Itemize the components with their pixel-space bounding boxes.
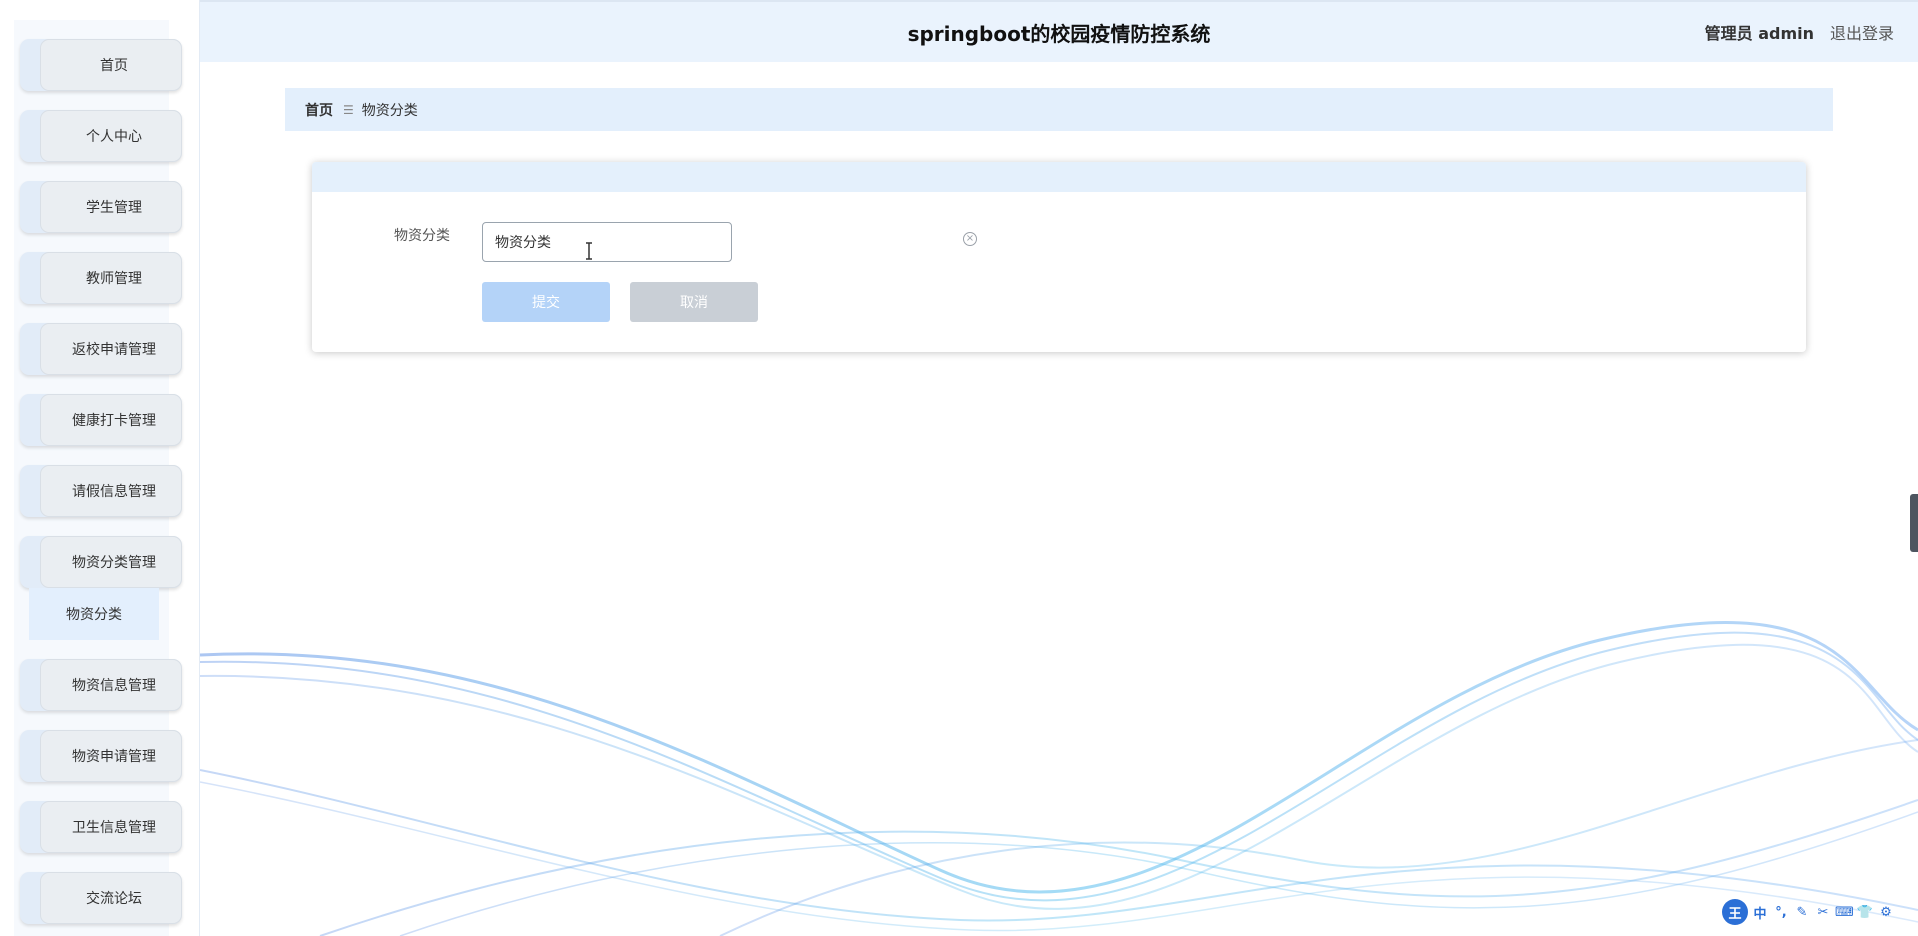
ime-chinese-mode-icon[interactable]: 中: [1751, 903, 1769, 922]
ime-skin-icon[interactable]: 👕: [1856, 905, 1874, 920]
breadcrumb-home[interactable]: 首页: [305, 100, 333, 120]
sidebar-item-supply-info[interactable]: 物资信息管理: [20, 659, 182, 711]
ime-settings-icon[interactable]: ⚙: [1877, 905, 1895, 920]
supply-category-input[interactable]: [482, 222, 732, 262]
sidebar-item-return-requests[interactable]: 返校申请管理: [20, 323, 182, 375]
submit-button[interactable]: 提交: [482, 282, 610, 322]
text-cursor-icon: [586, 242, 592, 260]
sidebar-item-label: 请假信息管理: [40, 465, 182, 517]
sidebar-item-teachers[interactable]: 教师管理: [20, 252, 182, 304]
sidebar-item-label: 物资申请管理: [40, 730, 182, 782]
ime-logo-icon[interactable]: 王: [1722, 899, 1748, 925]
form-card-header: [312, 162, 1806, 192]
sidebar-item-home[interactable]: 首页: [20, 39, 182, 91]
sidebar-item-health-checkin[interactable]: 健康打卡管理: [20, 394, 182, 446]
sidebar-item-label: 首页: [40, 39, 182, 91]
sidebar-item-label: 返校申请管理: [40, 323, 182, 375]
sidebar-item-label: 教师管理: [40, 252, 182, 304]
sidebar-item-label: 卫生信息管理: [40, 801, 182, 853]
sidebar-item-label: 健康打卡管理: [40, 394, 182, 446]
sidebar-subitem-supply-category[interactable]: 物资分类: [29, 588, 159, 640]
ime-handwriting-icon[interactable]: ✎: [1793, 905, 1811, 920]
sidebar-item-label: 个人中心: [40, 110, 182, 162]
clear-icon[interactable]: ×: [963, 232, 977, 246]
sidebar-item-supply-categories[interactable]: 物资分类管理: [20, 536, 182, 588]
sidebar: 首页 个人中心 学生管理 教师管理 返校申请管理 健康打卡管理 请假信息管理 物…: [0, 0, 200, 936]
supply-category-label: 物资分类: [394, 228, 450, 244]
breadcrumb-current: 物资分类: [361, 102, 418, 119]
sidebar-item-hygiene-info[interactable]: 卫生信息管理: [20, 801, 182, 853]
background-waves: [200, 621, 1918, 936]
sidebar-item-supply-requests[interactable]: 物资申请管理: [20, 730, 182, 782]
ime-punctuation-icon[interactable]: °,: [1772, 905, 1790, 920]
sidebar-item-leave-info[interactable]: 请假信息管理: [20, 465, 182, 517]
sidebar-item-label: 物资分类管理: [40, 536, 182, 588]
top-header: springboot的校园疫情防控系统 管理员 admin 退出登录: [200, 0, 1918, 62]
side-panel-handle[interactable]: [1910, 494, 1918, 552]
sidebar-item-label: 学生管理: [40, 181, 182, 233]
logout-link[interactable]: 退出登录: [1830, 2, 1894, 64]
breadcrumb: 首页 ☰ 物资分类: [285, 88, 1833, 131]
cancel-button[interactable]: 取消: [630, 282, 758, 322]
sidebar-item-personal-center[interactable]: 个人中心: [20, 110, 182, 162]
sidebar-item-forum[interactable]: 交流论坛: [20, 872, 182, 924]
ime-scissors-icon[interactable]: ✂: [1814, 905, 1832, 920]
breadcrumb-separator-icon: ☰: [343, 102, 354, 117]
sidebar-item-label: 物资信息管理: [40, 659, 182, 711]
form-card: 物资分类 × 提交 取消: [312, 162, 1806, 352]
sidebar-item-students[interactable]: 学生管理: [20, 181, 182, 233]
sidebar-item-label: 交流论坛: [40, 872, 182, 924]
current-user: 管理员 admin: [1704, 24, 1814, 43]
ime-toolbar: 王 中 °, ✎ ✂ ⌨ 👕 ⚙: [1722, 898, 1918, 926]
page-title: springboot的校园疫情防控系统: [907, 22, 1211, 46]
ime-keyboard-icon[interactable]: ⌨: [1835, 905, 1854, 920]
